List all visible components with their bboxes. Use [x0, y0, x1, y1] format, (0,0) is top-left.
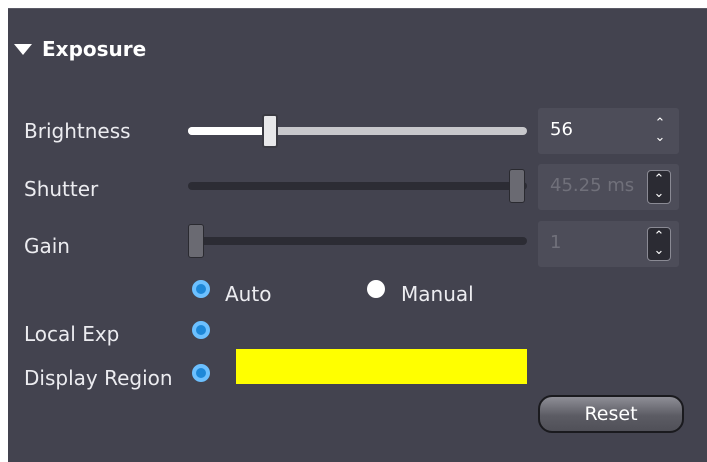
brightness-spinbox[interactable]: 56 ⌃ ⌄ — [538, 108, 679, 154]
gain-value[interactable]: 1 — [550, 232, 561, 253]
brightness-label: Brightness — [24, 119, 131, 143]
local-exp-toggle[interactable] — [192, 321, 210, 339]
shutter-slider-track[interactable] — [188, 182, 527, 190]
section-title: Exposure — [42, 37, 147, 61]
local-exp-label: Local Exp — [24, 322, 120, 346]
shutter-slider-handle[interactable] — [509, 169, 525, 203]
gain-spinbox[interactable]: 1 ⌃ ⌄ — [538, 221, 679, 267]
display-region-color-swatch[interactable] — [236, 349, 527, 384]
display-region-label: Display Region — [24, 366, 173, 390]
up-down-chevron-icon[interactable]: ⌃ ⌄ — [647, 170, 671, 204]
gain-label: Gain — [24, 234, 70, 258]
manual-radio[interactable] — [367, 280, 385, 298]
shutter-spinbox[interactable]: 45.25 ms ⌃ ⌄ — [538, 164, 679, 210]
triangle-down-icon[interactable] — [14, 43, 32, 55]
exposure-section-header[interactable]: Exposure — [14, 36, 146, 62]
shutter-value[interactable]: 45.25 ms — [550, 175, 634, 196]
brightness-slider-fill — [188, 127, 268, 135]
display-region-toggle[interactable] — [192, 364, 210, 382]
brightness-value[interactable]: 56 — [550, 119, 573, 140]
gain-slider-track[interactable] — [188, 237, 527, 245]
manual-label[interactable]: Manual — [401, 282, 474, 306]
gain-slider-handle[interactable] — [188, 224, 204, 258]
up-down-chevron-icon[interactable]: ⌃ ⌄ — [647, 227, 671, 261]
up-down-chevron-icon[interactable]: ⌃ ⌄ — [649, 114, 671, 148]
shutter-label: Shutter — [24, 177, 99, 201]
reset-button[interactable]: Reset — [538, 395, 684, 433]
auto-label[interactable]: Auto — [225, 282, 271, 306]
auto-radio[interactable] — [192, 280, 210, 298]
brightness-slider-handle[interactable] — [262, 114, 278, 148]
